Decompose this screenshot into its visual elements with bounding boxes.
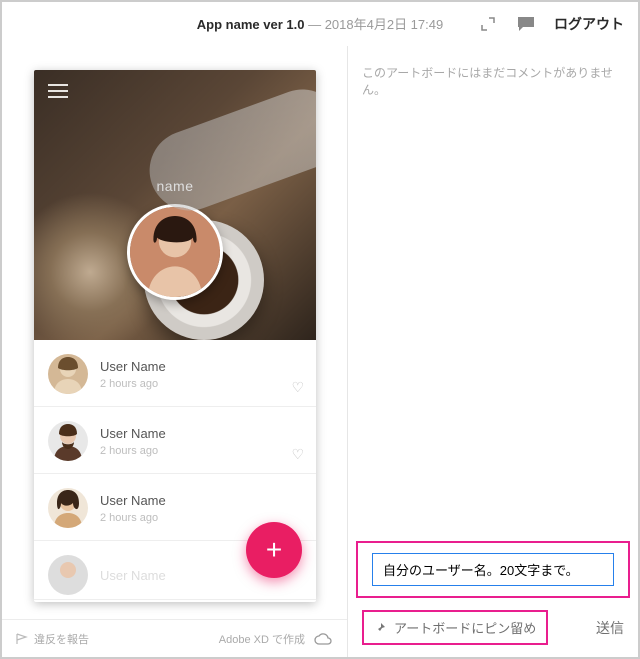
logout-button[interactable]: ログアウト [554,14,624,34]
user-name: User Name [100,493,166,508]
preview-panel: name User Name 2 hours ago ♡ [2,46,348,657]
comments-panel: このアートボードにはまだコメントがありません。 アートボードにピン留め 送信 [348,46,638,657]
username-input[interactable] [372,553,614,586]
header-timestamp: — 2018年4月2日 17:49 [308,17,443,32]
avatar [48,354,88,394]
comment-compose-box [356,541,630,598]
app-name: App name ver 1.0 [197,17,305,32]
user-name: User Name [100,568,166,583]
timestamp: 2 hours ago [100,378,166,390]
list-item[interactable]: User Name 2 hours ago ♡ [34,340,316,407]
flag-icon [16,633,28,645]
hero-name-label: name [156,178,193,194]
send-button[interactable]: 送信 [596,618,624,638]
list-item[interactable]: User Name 2 hours ago ♡ [34,407,316,474]
artboard-preview[interactable]: name User Name 2 hours ago ♡ [34,70,316,602]
hero-image: name [34,70,316,340]
avatar [48,555,88,595]
pin-icon [374,622,386,634]
creative-cloud-icon [313,629,333,649]
hamburger-icon[interactable] [48,84,68,98]
pin-to-artboard-button[interactable]: アートボードにピン留め [362,610,548,645]
report-abuse-link[interactable]: 違反を報告 [16,631,89,647]
avatar [48,488,88,528]
top-bar: App name ver 1.0 — 2018年4月2日 17:49 ログアウト [2,2,638,46]
user-name: User Name [100,359,166,374]
header-title: App name ver 1.0 — 2018年4月2日 17:49 [2,14,638,33]
timestamp: 2 hours ago [100,445,166,457]
timestamp: 2 hours ago [100,512,166,524]
fab-add-button[interactable]: + [246,522,302,578]
avatar [48,421,88,461]
expand-icon[interactable] [478,14,498,34]
made-with-label: Adobe XD で作成 [219,631,305,647]
heart-icon[interactable]: ♡ [291,379,304,396]
user-name: User Name [100,426,166,441]
hero-avatar [127,204,223,300]
preview-footer: 違反を報告 Adobe XD で作成 [2,619,347,657]
heart-icon[interactable]: ♡ [291,446,304,463]
comment-icon[interactable] [516,14,536,34]
app-frame: App name ver 1.0 — 2018年4月2日 17:49 ログアウト… [0,0,640,659]
no-comments-message: このアートボードにはまだコメントがありません。 [348,46,638,98]
